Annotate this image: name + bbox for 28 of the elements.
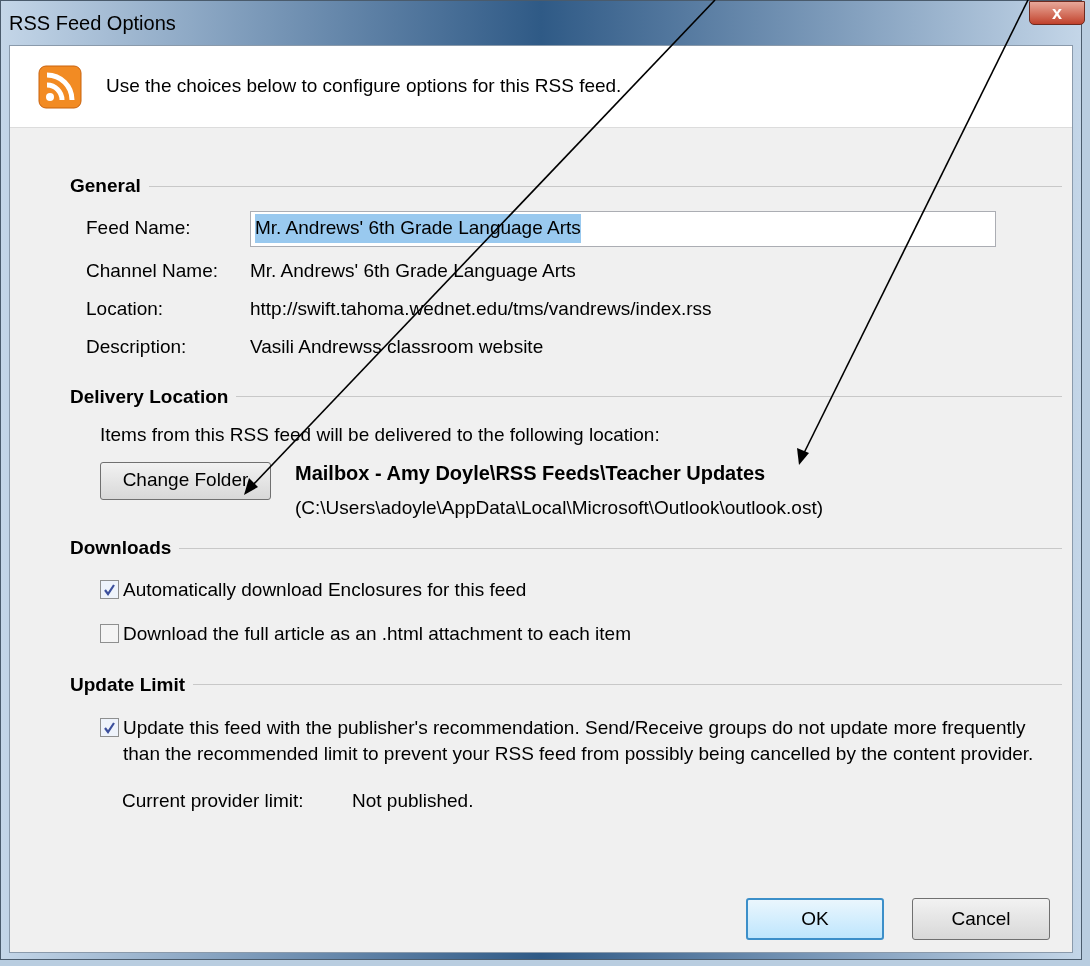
checkmark-icon [103, 582, 116, 596]
change-folder-button[interactable]: Change Folder [100, 461, 271, 500]
folder-path: (C:\Users\adoyle\AppData\Local\Microsoft\Outlook\outlook.ost) [295, 495, 823, 520]
field-value: Mr. Andrews' 6th Grade Language Arts [250, 259, 576, 284]
field-value: Vasili Andrewss classroom website [250, 335, 544, 360]
checkbox[interactable] [100, 579, 119, 599]
section-heading: General [70, 174, 141, 198]
section-heading: Downloads [70, 536, 172, 560]
dialog-button[interactable]: Cancel [912, 898, 1050, 940]
checkmark-icon [103, 721, 116, 734]
field-label: Channel Name: [86, 259, 220, 284]
checkbox-label: Update this feed with the publisher's recommendation. Send/Receive groups do not update more frequently than the recommended limit to prevent your RSS feed from possibly being cancelled by the content provider. [123, 716, 1035, 766]
limit-value: Not published. [352, 789, 474, 813]
dialog-button[interactable]: OK [746, 898, 884, 940]
header-text: Use the choices below to configure options for this RSS feed. [106, 74, 622, 99]
checkbox-label: Automatically download Enclosures for this feed [123, 577, 527, 602]
rss-icon [38, 64, 82, 109]
section-heading: Update Limit [70, 672, 186, 697]
checkbox-label: Download the full article as an .html attachment to each item [123, 621, 631, 646]
field-label: Description: [86, 335, 188, 360]
section-heading: Delivery Location [70, 384, 229, 409]
folder-name: Mailbox - Amy Doyle\RSS Feeds\Teacher Updates [295, 460, 767, 486]
field-label: Feed Name: [86, 216, 192, 241]
window-title: RSS Feed Options [9, 11, 176, 36]
checkbox[interactable] [100, 623, 119, 643]
limit-label: Current provider limit: [122, 789, 305, 813]
checkbox[interactable] [100, 718, 119, 737]
field-label: Location: [86, 297, 165, 322]
